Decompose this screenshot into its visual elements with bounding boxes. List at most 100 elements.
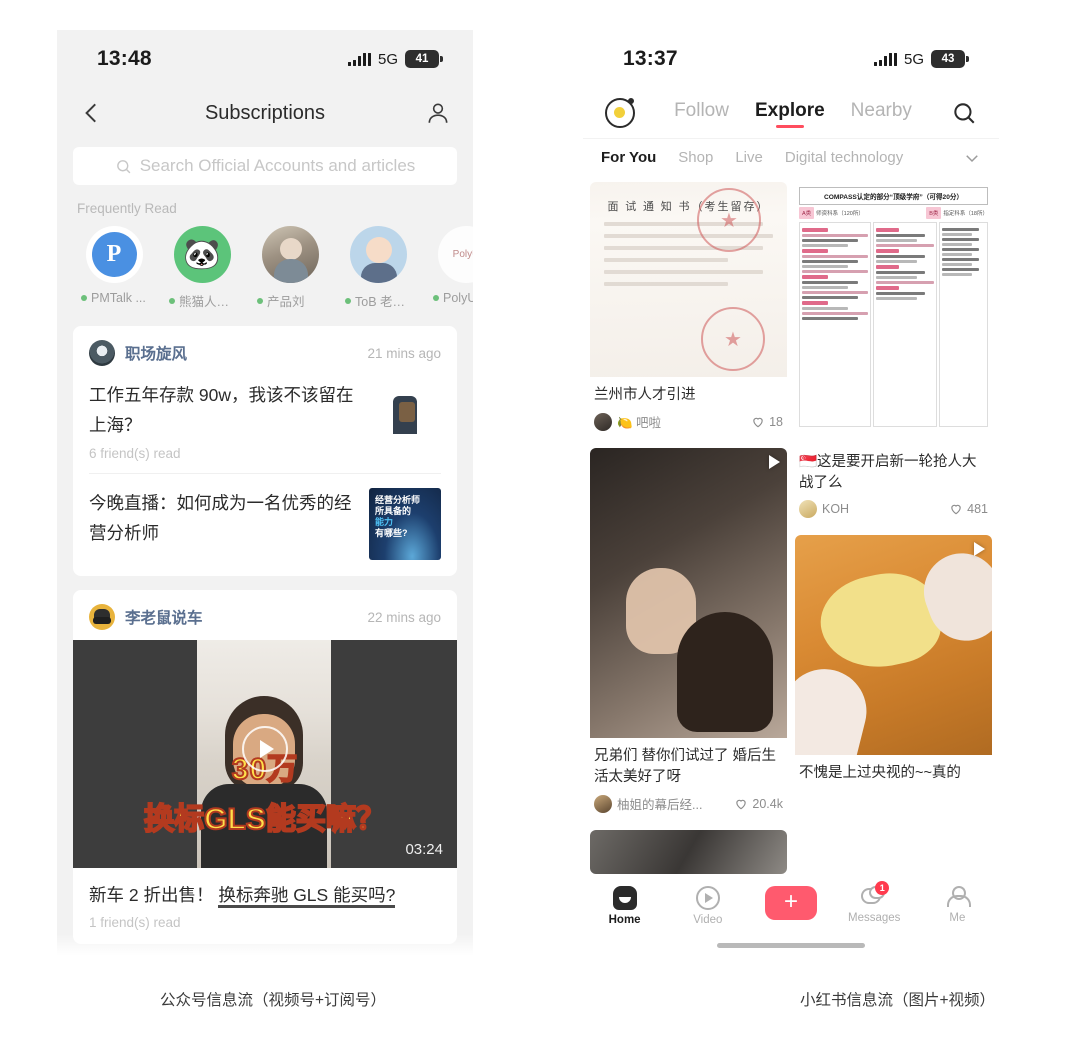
notes-feed: 面 试 通 知 书（考生留存） ★ ★ 兰州市人才引进 🍋 吧啦 18 兄弟们 …	[583, 176, 999, 916]
subtab-for-you[interactable]: For You	[601, 149, 656, 166]
note-title: 不愧是上过央视的~~真的	[799, 765, 961, 781]
card-header: 李老鼠说车 22 mins ago	[73, 590, 457, 640]
note-card[interactable]: COMPASS认定的部分“顶级学府”（可得20分） A类 师资科系（120所） …	[795, 182, 992, 526]
unread-dot	[433, 295, 439, 301]
note-card[interactable]: 面 试 通 知 书（考生留存） ★ ★ 兰州市人才引进 🍋 吧啦 18	[590, 182, 787, 439]
status-time: 13:48	[97, 47, 152, 70]
article-row[interactable]: 工作五年存款 90w，我该不该留在上海？ 6 friend(s) read	[73, 376, 457, 473]
article-row[interactable]: 今晚直播：如何成为一名优秀的经营分析师 经营分析师 所具备的 能力 有哪些?	[73, 474, 457, 576]
frequently-read-name: 熊猫人运...	[169, 291, 235, 310]
tab-nearby[interactable]: Nearby	[851, 100, 912, 126]
avatar[interactable]	[594, 412, 612, 431]
article-title: 今晚直播：如何成为一名优秀的经营分析师	[89, 493, 352, 543]
frequently-read-name: PolyU	[433, 291, 473, 305]
tabbar-video[interactable]: Video	[666, 886, 749, 926]
battery-indicator: 43	[931, 50, 969, 68]
article-thumbnail: 经营分析师 所具备的 能力 有哪些?	[369, 488, 441, 560]
video-duration: 03:24	[405, 841, 443, 858]
frequently-read-row[interactable]: P PMTalk ... 🐼 熊猫人运... 产品刘 ToB 老人家 PolyU…	[57, 222, 473, 320]
avatar[interactable]	[594, 794, 612, 813]
video-title: 新车 2 折出售！ 换标奔驰 GLS 能买吗?	[73, 868, 457, 915]
tabbar-create[interactable]: +	[749, 886, 832, 920]
panda-logo-icon: 🐼	[173, 226, 231, 283]
search-input[interactable]: Search Official Accounts and articles	[73, 147, 457, 185]
subtab-digital-technology[interactable]: Digital technology	[785, 149, 903, 166]
subtab-shop[interactable]: Shop	[678, 149, 713, 166]
search-container: Search Official Accounts and articles	[57, 138, 473, 185]
battery-indicator: 41	[405, 50, 443, 68]
tabbar-label: Video	[693, 914, 723, 926]
heart-icon	[753, 417, 763, 427]
feed-card-article[interactable]: 职场旋风 21 mins ago 工作五年存款 90w，我该不该留在上海？ 6 …	[73, 326, 457, 576]
note-meta: 柚姐的幕后经... 20.4k	[590, 790, 787, 821]
tabbar-label: Me	[949, 912, 966, 924]
play-circle-icon[interactable]	[242, 726, 288, 773]
note-author[interactable]: 🍋 吧啦	[617, 412, 661, 431]
card-header: 职场旋风 21 mins ago	[73, 326, 457, 376]
chevron-down-icon[interactable]	[963, 149, 981, 167]
home-icon	[612, 886, 637, 910]
video-thumbnail[interactable]: 30万 换标GLS能买嘛？ 03:24	[73, 640, 457, 868]
status-time: 13:37	[623, 47, 678, 70]
tab-explore[interactable]: Explore	[755, 100, 825, 126]
note-image-partial[interactable]	[590, 830, 787, 874]
frequently-read-item-panda[interactable]: 🐼 熊猫人运...	[169, 226, 235, 310]
article-read-count: 6 friend(s) read	[89, 446, 181, 461]
man-avatar	[349, 226, 407, 283]
category-subtabs: For You Shop Live Digital technology	[583, 138, 999, 176]
note-card[interactable]: 不愧是上过央视的~~真的	[795, 535, 992, 786]
caption-right: 小红书信息流（图片+视频）	[800, 992, 996, 1009]
tabbar-messages[interactable]: 1 Messages	[833, 881, 916, 924]
signal-icon	[347, 52, 371, 66]
account-name[interactable]: 李老鼠说车	[125, 606, 203, 628]
tabbar-home[interactable]: Home	[583, 886, 666, 926]
home-indicator	[717, 943, 865, 948]
article-title: 工作五年存款 90w，我该不该留在上海？	[89, 385, 354, 435]
status-indicators: 5G 41	[347, 50, 443, 68]
avatar[interactable]	[799, 500, 817, 518]
wechat-subscriptions-phone: 13:48 5G 41 Subscriptions Search Officia…	[57, 30, 473, 960]
note-image-table[interactable]: COMPASS认定的部分“顶级学府”（可得20分） A类 师资科系（120所） …	[795, 182, 992, 444]
frequently-read-item-tob[interactable]: ToB 老人家	[345, 226, 411, 310]
play-icon	[974, 542, 985, 556]
tabbar-label: Home	[608, 914, 641, 926]
frequently-read-item-pmtalk[interactable]: P PMTalk ...	[81, 226, 147, 310]
account-name[interactable]: 职场旋风	[125, 342, 187, 364]
table-grid	[799, 222, 988, 427]
plus-icon: +	[765, 886, 817, 920]
tabbar-me[interactable]: Me	[916, 886, 999, 924]
status-indicators: 5G 43	[873, 50, 969, 68]
note-image-video[interactable]	[590, 448, 787, 738]
frequently-read-item-chanpinliu[interactable]: 产品刘	[257, 226, 323, 310]
feed-card-video[interactable]: 李老鼠说车 22 mins ago 30万 换标GLS能买嘛？ 03:24 新车…	[73, 590, 457, 944]
person-icon[interactable]	[425, 100, 451, 126]
chevron-left-icon[interactable]	[79, 100, 105, 126]
signal-icon	[873, 52, 897, 66]
like-count[interactable]: 20.4k	[734, 797, 783, 811]
status-bar-right: 13:37 5G 43	[583, 30, 999, 88]
like-count[interactable]: 481	[949, 502, 988, 516]
subtab-live[interactable]: Live	[735, 149, 763, 166]
frequently-read-item-polyu[interactable]: PolyU PolyU	[433, 226, 473, 310]
note-card[interactable]: 兄弟们 替你们试过了 婚后生活太美好了呀 柚姐的幕后经... 20.4k	[590, 448, 787, 821]
unread-dot	[81, 295, 87, 301]
bottom-fade	[57, 934, 473, 960]
tab-follow[interactable]: Follow	[674, 100, 729, 126]
note-meta: 🍋 吧啦 18	[590, 408, 787, 439]
like-count[interactable]: 18	[751, 415, 783, 429]
note-image-food-video[interactable]	[795, 535, 992, 755]
poster-line-highlight: 能力	[375, 517, 394, 527]
red-stamp-icon: ★	[697, 188, 761, 252]
note-author[interactable]: 柚姐的幕后经...	[617, 794, 702, 813]
messages-icon: 1	[861, 881, 890, 908]
note-title: 兰州市人才引进	[594, 387, 696, 403]
search-icon	[116, 159, 131, 173]
search-icon[interactable]	[951, 100, 977, 126]
frequently-read-name: ToB 老人家	[345, 291, 411, 310]
note-image-document[interactable]: 面 试 通 知 书（考生留存） ★ ★	[590, 182, 787, 377]
xiaohongshu-logo-icon[interactable]	[605, 98, 635, 128]
feed-column-left: 面 试 通 知 书（考生留存） ★ ★ 兰州市人才引进 🍋 吧啦 18 兄弟们 …	[590, 182, 787, 916]
note-card-partial[interactable]	[590, 830, 787, 874]
note-author[interactable]: KOH	[822, 502, 849, 516]
heart-icon	[951, 504, 961, 515]
